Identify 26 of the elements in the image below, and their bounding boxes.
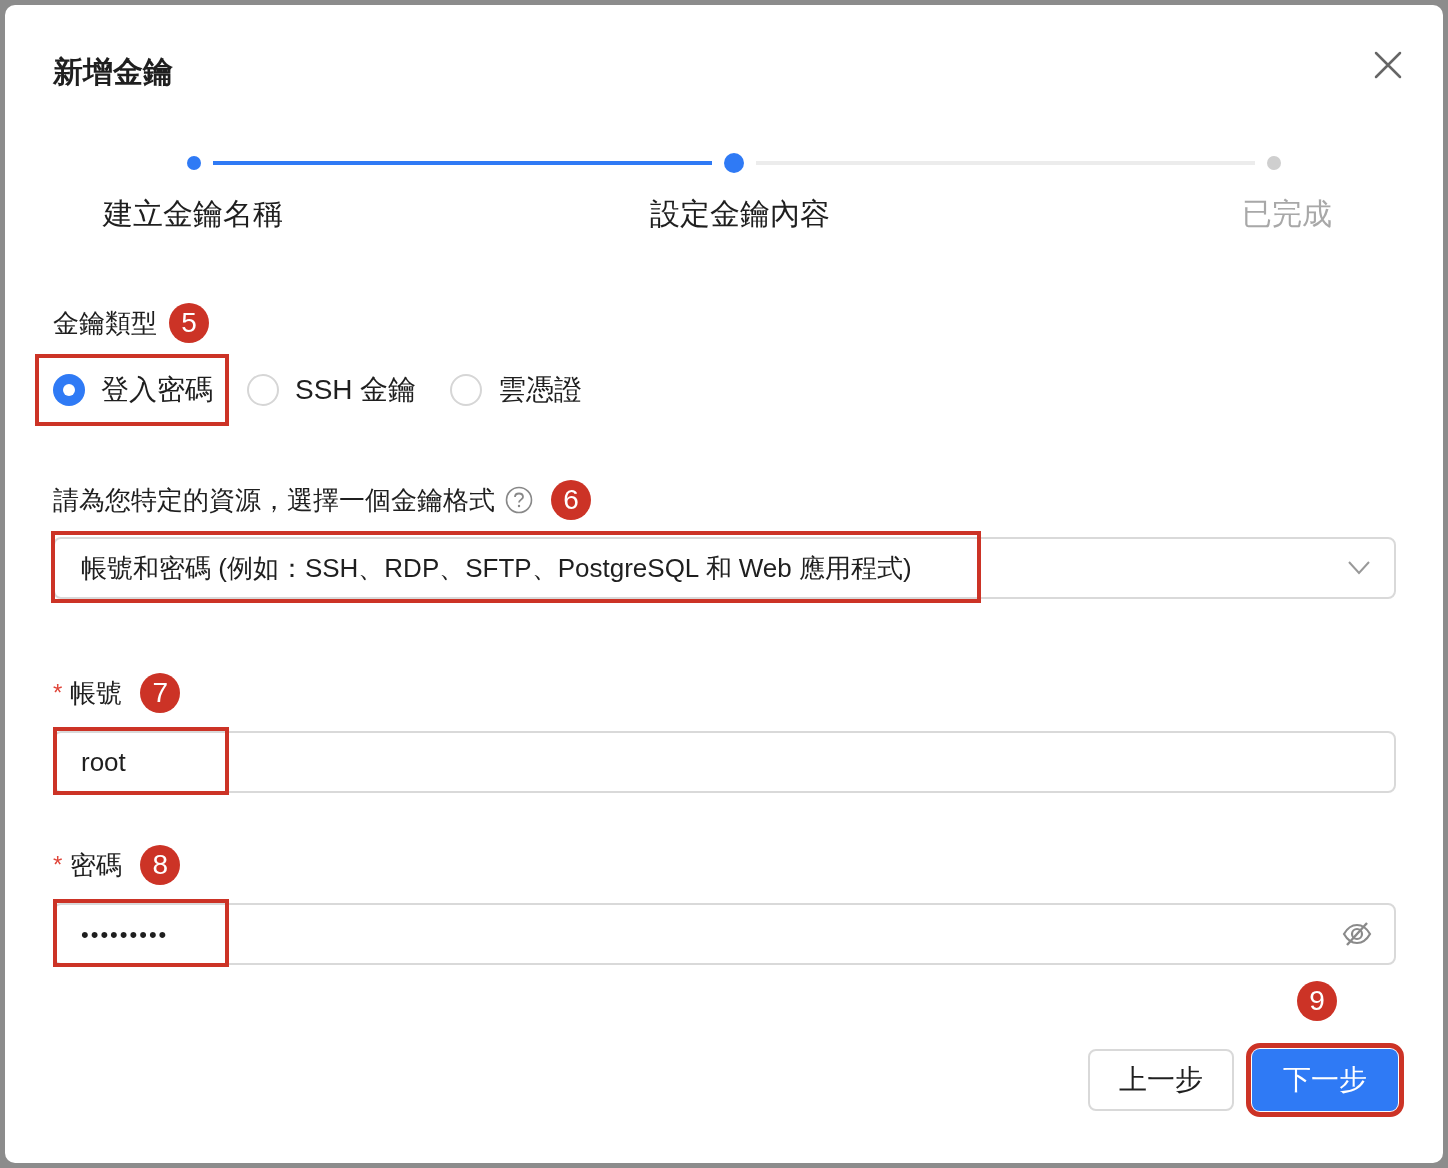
step-number-badge: 5 [169,303,209,343]
close-icon [1373,50,1403,80]
field-label: 金鑰類型 [53,306,157,340]
eye-slash-icon[interactable] [1342,921,1372,947]
dialog-title: 新增金鑰 [53,54,173,90]
back-button[interactable]: 上一步 [1088,1049,1234,1111]
step-label: 已完成 [1242,197,1332,230]
step-label: 設定金鑰內容 [650,197,830,230]
radio-option[interactable]: 雲憑證 [432,354,599,426]
help-icon[interactable] [505,486,533,514]
field-label: 帳號 [70,676,123,710]
step-number-badge: 9 [1297,981,1337,1021]
step-number-badge: 8 [140,845,181,885]
radio-button[interactable] [450,374,483,406]
radio-option[interactable]: 登入密碼 [35,354,229,426]
radio-option[interactable]: SSH 金鑰 [229,354,433,426]
required-asterisk: * [53,850,63,880]
chevron-down-icon [1348,561,1370,575]
field-label: 密碼 [70,848,123,882]
field-label: 請為您特定的資源，選擇一個金鑰格式 [53,483,495,517]
required-asterisk: * [53,678,63,708]
step-label: 建立金鑰名稱 [103,197,283,230]
step-number-badge: 7 [140,673,181,713]
radio-button[interactable] [53,374,85,406]
step-number-badge: 6 [551,480,591,520]
radio-button[interactable] [247,374,279,406]
